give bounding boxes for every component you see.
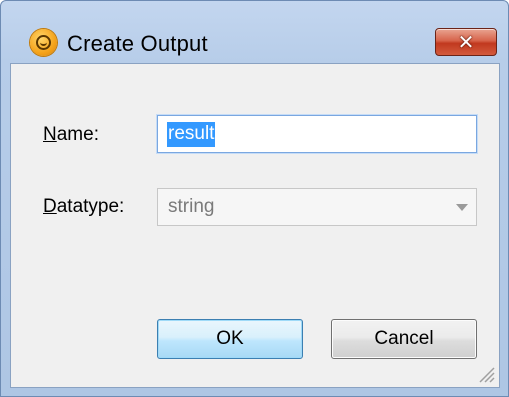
create-output-dialog: Create Output ✕ Name: result Datatype: s…: [0, 0, 509, 397]
cancel-button[interactable]: Cancel: [331, 319, 477, 359]
name-label: Name:: [43, 124, 99, 145]
close-button[interactable]: ✕: [435, 28, 497, 56]
title-bar[interactable]: Create Output ✕: [1, 1, 508, 59]
resize-grip-icon[interactable]: [477, 365, 495, 383]
datatype-label: Datatype:: [43, 196, 125, 217]
dialog-title: Create Output: [67, 31, 208, 56]
chevron-down-icon[interactable]: [456, 204, 468, 211]
name-input-value: result: [167, 121, 216, 147]
name-input[interactable]: result: [157, 115, 477, 153]
close-icon: ✕: [457, 30, 475, 54]
dialog-body: Name: result Datatype: string OK Cancel: [10, 63, 500, 388]
datatype-select[interactable]: string: [157, 188, 477, 226]
app-icon: [30, 29, 57, 56]
datatype-select-value: string: [168, 196, 215, 217]
ok-button[interactable]: OK: [157, 319, 303, 359]
